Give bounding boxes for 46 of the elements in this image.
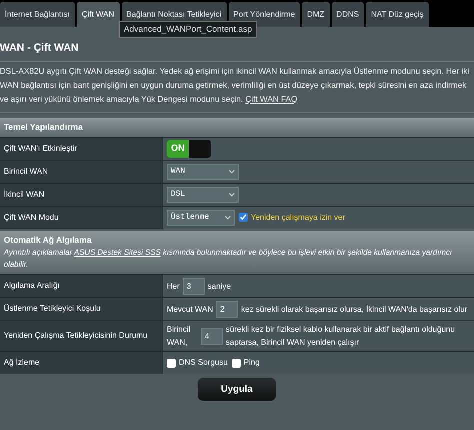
row-text: Mevcut WAN — [167, 304, 214, 316]
row-text: kez sürekli olarak başarısız olursa, İkincil WAN'da başarısız olur — [241, 304, 468, 316]
tooltip: Advanced_WANPort_Content.asp — [119, 21, 258, 38]
input-field[interactable]: 4 — [201, 328, 224, 345]
checkbox[interactable] — [167, 358, 176, 368]
chevron-down-icon — [229, 170, 235, 174]
checkbox[interactable] — [239, 213, 248, 222]
checkbox-label: Yeniden çalışmaya izin ver — [251, 212, 346, 224]
checkbox-label: Ping — [244, 357, 260, 370]
row-label: Birincil WAN — [4, 166, 48, 178]
row-text: sürekli kez bir fiziksel kablo kullanarak bir aktif bağlantı olduğunu saptarsa, Birincil WAN yeniden çalışır — [226, 324, 456, 350]
row-label: Algılama Aralığı — [4, 280, 60, 292]
row-label: Çift WAN'ı Etkinleştir — [4, 142, 78, 154]
input-field[interactable]: 3 — [182, 278, 205, 295]
row-label: Ağ İzleme — [4, 357, 40, 370]
input-field[interactable]: 2 — [216, 300, 238, 318]
faq-link[interactable]: Çift WAN FAQ — [246, 94, 298, 104]
row-text: Birincil WAN, — [167, 324, 192, 350]
toggle-switch[interactable]: ON — [167, 140, 211, 158]
apply-button[interactable]: Uygula — [198, 378, 276, 402]
dropdown-value: Üstlenme — [171, 212, 210, 224]
section-title: Otomatik Ağ Algılama — [4, 234, 93, 246]
tab[interactable]: DDNS — [332, 2, 364, 27]
tab[interactable]: NAT Düz geçiş — [366, 2, 429, 27]
row-label: Çift WAN Modu — [4, 212, 59, 224]
intro-text: DSL-AX82U aygıtı Çift WAN desteği sağlar. Yedek ağ erişimi için ikincil WAN kullanmak amacıyla Üstlenme modunu seçin. Her iki WAN bağlantısı için bant genişliğini en uygun duruma getirmek, verimliliği en üst düzeye çıkarmak, tepki süresini en aza indirmek ve aşırı veri yükünü önlemek amacıyla Yük Dengesi modunu seçin. Çift WAN FAQ — [0, 62, 474, 113]
dropdown[interactable]: Üstlenme — [167, 210, 235, 226]
row-label: İkincil WAN — [4, 188, 45, 200]
checkbox[interactable] — [232, 358, 241, 368]
dropdown-value: WAN — [171, 166, 186, 178]
dropdown[interactable]: DSL — [167, 186, 239, 202]
row-label: Yeniden Çalışma Tetikleyicisinin Durumu — [4, 330, 148, 342]
tab[interactable]: İnternet Bağlantısı — [0, 2, 75, 27]
dropdown-value: DSL — [171, 188, 186, 200]
tab[interactable]: Çift WAN — [76, 2, 120, 27]
tab[interactable]: Port Yönlendirme — [228, 2, 300, 27]
section-title: Temel Yapılandırma — [4, 120, 84, 134]
checkbox-label: DNS Sorgusu — [179, 357, 228, 370]
row-label: Üstlenme Tetikleyici Koşulu — [4, 303, 101, 316]
chevron-down-icon — [225, 216, 231, 220]
dropdown[interactable]: WAN — [167, 164, 239, 180]
chevron-down-icon — [229, 192, 235, 196]
tab[interactable]: DMZ — [302, 2, 330, 27]
row-text: saniye — [208, 280, 232, 293]
page-title: WAN - Çift WAN — [0, 41, 474, 62]
row-text: Her — [167, 280, 180, 293]
